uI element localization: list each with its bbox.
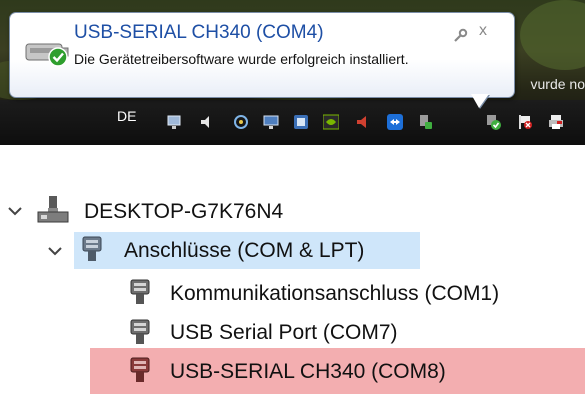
network-icon[interactable] bbox=[167, 114, 183, 130]
update-icon[interactable] bbox=[293, 114, 309, 130]
flag-icon[interactable] bbox=[517, 114, 533, 130]
port-category-label[interactable]: Anschlüsse (COM & LPT) bbox=[124, 234, 364, 268]
notification-title: USB-SERIAL CH340 (COM4) bbox=[74, 22, 324, 43]
usb-device-icon bbox=[24, 38, 72, 73]
computer-node-label[interactable]: DESKTOP-G7K76N4 bbox=[84, 195, 283, 229]
background-foliage bbox=[520, 0, 585, 70]
volume-icon[interactable] bbox=[355, 114, 371, 130]
printer-icon[interactable] bbox=[548, 114, 564, 130]
serial-port-icon bbox=[128, 278, 152, 313]
chevron-down-icon[interactable] bbox=[6, 202, 24, 220]
nvidia-icon[interactable] bbox=[323, 114, 339, 130]
port-category-icon bbox=[80, 235, 104, 270]
sync-icon[interactable] bbox=[233, 114, 249, 130]
device-install-icon[interactable] bbox=[417, 114, 433, 130]
port-item-com7[interactable]: USB Serial Port (COM7) bbox=[170, 316, 398, 350]
display-icon[interactable] bbox=[263, 114, 279, 130]
notification-message: Die Gerätetreibersoftware wurde erfolgre… bbox=[74, 51, 409, 67]
language-indicator[interactable]: DE bbox=[117, 108, 136, 124]
background-window-text: vurde no bbox=[530, 76, 585, 92]
notification-balloon-pointer bbox=[471, 94, 489, 108]
chevron-down-icon[interactable] bbox=[46, 242, 64, 260]
teamviewer-icon[interactable] bbox=[387, 114, 403, 130]
serial-port-icon bbox=[128, 318, 152, 353]
speaker-icon[interactable] bbox=[199, 114, 215, 130]
close-icon[interactable]: x bbox=[479, 22, 487, 40]
port-item-com1[interactable]: Kommunikationsanschluss (COM1) bbox=[170, 277, 499, 311]
computer-icon bbox=[36, 194, 70, 229]
serial-port-icon bbox=[128, 356, 152, 391]
wrench-icon[interactable] bbox=[452, 28, 468, 49]
port-item-com8[interactable]: USB-SERIAL CH340 (COM8) bbox=[170, 355, 446, 389]
device-success-icon[interactable] bbox=[485, 114, 501, 130]
